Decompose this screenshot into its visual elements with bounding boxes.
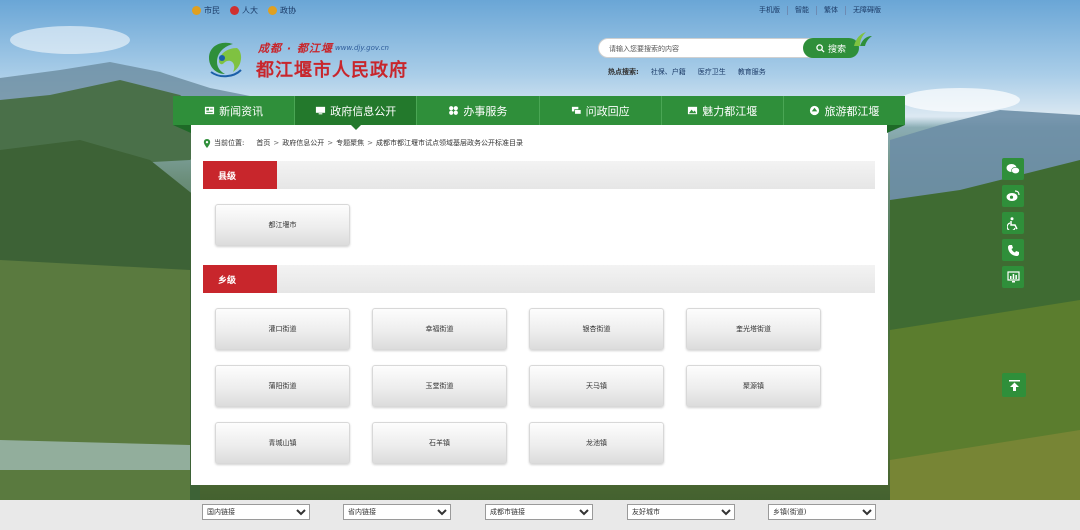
- travel-icon: [810, 105, 820, 116]
- township-item-button[interactable]: 蒲阳街道: [215, 365, 350, 407]
- top-utility-bar: 市民 人大 政协 手机版 智能 繁体 无障碍版: [0, 0, 1080, 22]
- floating-toolbar: [1002, 158, 1026, 293]
- nav-item-news[interactable]: 新闻资讯: [173, 96, 296, 125]
- footer-links-bar: 国内链接 省内链接 成都市链接 友好城市 乡镇(街道): [0, 500, 1080, 530]
- section-header-county: 县级: [203, 161, 875, 189]
- section-header-township: 乡级: [203, 265, 875, 293]
- topbar-link-traditional[interactable]: 繁体: [816, 6, 845, 15]
- provincial-links-select[interactable]: 省内链接: [343, 504, 451, 520]
- township-item-button[interactable]: 石羊镇: [372, 422, 507, 464]
- accessibility-icon: [1007, 216, 1018, 230]
- breadcrumb: 当前位置: 首页 > 政府信息公开 > 专题聚焦 > 成都市都江堰市试点领域基层…: [203, 138, 523, 148]
- county-item-button[interactable]: 都江堰市: [215, 204, 350, 246]
- township-item-button[interactable]: 玉堂街道: [372, 365, 507, 407]
- news-icon: [204, 106, 215, 115]
- breadcrumb-current: 成都市都江堰市试点领域基层政务公开标准目录: [375, 139, 523, 147]
- back-to-top-button[interactable]: [1002, 373, 1026, 397]
- monitor-icon: [316, 106, 326, 115]
- chat-icon: [571, 106, 582, 115]
- arrow-up-icon: [1008, 379, 1020, 391]
- phone-icon: [1007, 244, 1019, 256]
- breadcrumb-separator: >: [327, 139, 334, 147]
- main-content-panel: 当前位置: 首页 > 政府信息公开 > 专题聚焦 > 成都市都江堰市试点领域基层…: [191, 125, 888, 485]
- chengdu-links-select[interactable]: 成都市链接: [485, 504, 593, 520]
- topbar-link-smart[interactable]: 智能: [787, 6, 816, 15]
- township-item-button[interactable]: 聚源镇: [686, 365, 821, 407]
- breadcrumb-separator: >: [367, 139, 373, 147]
- topbar-left-links: 市民 人大 政协: [192, 5, 296, 16]
- site-title: 都江堰市人民政府: [256, 60, 408, 81]
- header-slogan: 成都 · 都江堰: [258, 42, 333, 55]
- nav-item-services[interactable]: 办事服务: [417, 96, 540, 125]
- hot-search-label: 热点搜索:: [608, 68, 639, 76]
- topbar-right-links: 手机版 智能 繁体 无障碍版: [752, 6, 888, 15]
- hot-search: 热点搜索: 社保、户籍 医疗卫生 教育服务: [608, 67, 766, 77]
- breadcrumb-home[interactable]: 首页: [256, 138, 270, 148]
- hot-search-link[interactable]: 教育服务: [738, 67, 766, 77]
- nav-item-inquiry[interactable]: 问政回应: [540, 96, 662, 125]
- image-icon: [688, 106, 698, 115]
- hot-search-link[interactable]: 医疗卫生: [698, 67, 726, 77]
- accessibility-button[interactable]: [1002, 212, 1024, 234]
- township-links-select[interactable]: 乡镇(街道): [768, 504, 876, 520]
- township-item-button[interactable]: 龙池镇: [529, 422, 664, 464]
- location-pin-icon: [203, 138, 211, 148]
- township-item-button[interactable]: 天马镇: [529, 365, 664, 407]
- topbar-link-mobile[interactable]: 手机版: [752, 6, 787, 15]
- section-title: 县级: [203, 161, 277, 189]
- hot-search-link[interactable]: 社保、户籍: [651, 67, 686, 77]
- section-title: 乡级: [203, 265, 277, 293]
- main-nav: 新闻资讯 政府信息公开 办事服务 问政回应 魅力都江堰 旅游都江堰: [173, 96, 905, 130]
- search-input[interactable]: [609, 42, 799, 55]
- domestic-links-select[interactable]: 国内链接: [202, 504, 310, 520]
- wechat-icon: [1006, 164, 1020, 175]
- breadcrumb-gov-info[interactable]: 政府信息公开: [282, 138, 324, 148]
- topbar-link-npc[interactable]: 人大: [230, 5, 258, 16]
- township-item-button[interactable]: 幸福街道: [372, 308, 507, 350]
- township-item-button[interactable]: 奎光塔街道: [686, 308, 821, 350]
- topbar-link-accessible[interactable]: 无障碍版: [845, 6, 888, 15]
- search-box: 搜索: [598, 38, 859, 58]
- cppcc-icon: [268, 6, 277, 15]
- wechat-button[interactable]: [1002, 158, 1024, 180]
- nav-item-charm[interactable]: 魅力都江堰: [662, 96, 784, 125]
- chart-button[interactable]: [1002, 266, 1024, 288]
- site-logo-icon[interactable]: [203, 36, 247, 80]
- grid-icon: [449, 106, 459, 115]
- nav-item-tourism[interactable]: 旅游都江堰: [784, 96, 905, 125]
- breadcrumb-separator: >: [273, 139, 280, 147]
- breadcrumb-topics[interactable]: 专题聚焦: [336, 138, 364, 148]
- search-icon: [816, 43, 825, 53]
- phone-button[interactable]: [1002, 239, 1024, 261]
- nav-item-gov-info[interactable]: 政府信息公开: [295, 96, 418, 130]
- weibo-icon: [1006, 190, 1020, 201]
- friendly-cities-select[interactable]: 友好城市: [627, 504, 735, 520]
- emblem-icon: [230, 6, 239, 15]
- breadcrumb-label: 当前位置:: [214, 139, 245, 147]
- township-item-button[interactable]: 青城山镇: [215, 422, 350, 464]
- chart-icon: [1006, 271, 1020, 283]
- topbar-link-citizen[interactable]: 市民: [192, 5, 220, 16]
- township-item-button[interactable]: 灌口街道: [215, 308, 350, 350]
- header-url: www.djy.gov.cn: [335, 44, 389, 52]
- leaf-decoration-icon: [854, 32, 872, 46]
- weibo-button[interactable]: [1002, 185, 1024, 207]
- township-item-button[interactable]: 银杏街道: [529, 308, 664, 350]
- citizen-icon: [192, 6, 201, 15]
- topbar-link-cppcc[interactable]: 政协: [268, 5, 296, 16]
